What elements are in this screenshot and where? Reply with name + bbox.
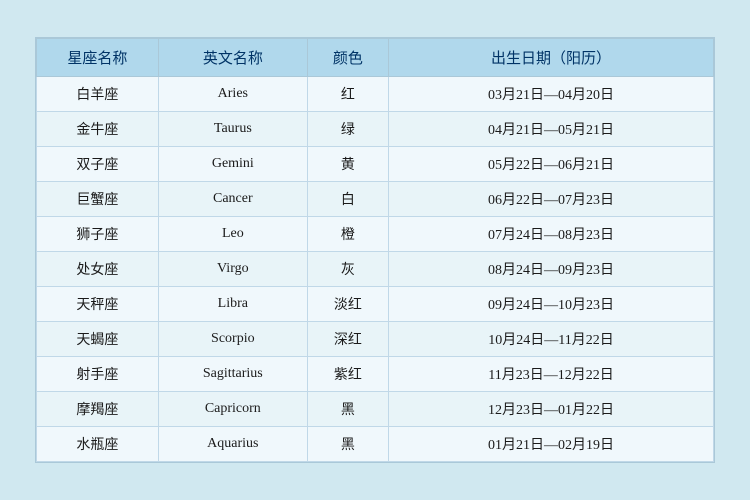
cell-chinese: 天蝎座	[37, 322, 159, 357]
cell-english: Gemini	[158, 147, 307, 182]
cell-chinese: 射手座	[37, 357, 159, 392]
cell-color: 深红	[307, 322, 388, 357]
table-row: 天蝎座Scorpio深红10月24日—11月22日	[37, 322, 714, 357]
cell-color: 黄	[307, 147, 388, 182]
cell-chinese: 双子座	[37, 147, 159, 182]
cell-color: 红	[307, 77, 388, 112]
cell-date: 10月24日—11月22日	[389, 322, 714, 357]
cell-date: 05月22日—06月21日	[389, 147, 714, 182]
cell-color: 黑	[307, 427, 388, 462]
cell-date: 08月24日—09月23日	[389, 252, 714, 287]
zodiac-table: 星座名称 英文名称 颜色 出生日期（阳历） 白羊座Aries红03月21日—04…	[36, 38, 714, 462]
table-row: 水瓶座Aquarius黑01月21日—02月19日	[37, 427, 714, 462]
cell-english: Sagittarius	[158, 357, 307, 392]
cell-chinese: 摩羯座	[37, 392, 159, 427]
cell-date: 07月24日—08月23日	[389, 217, 714, 252]
cell-date: 12月23日—01月22日	[389, 392, 714, 427]
cell-color: 橙	[307, 217, 388, 252]
table-row: 双子座Gemini黄05月22日—06月21日	[37, 147, 714, 182]
cell-color: 白	[307, 182, 388, 217]
cell-english: Taurus	[158, 112, 307, 147]
cell-english: Capricorn	[158, 392, 307, 427]
cell-english: Aquarius	[158, 427, 307, 462]
table-row: 狮子座Leo橙07月24日—08月23日	[37, 217, 714, 252]
cell-color: 淡红	[307, 287, 388, 322]
cell-date: 03月21日—04月20日	[389, 77, 714, 112]
cell-english: Virgo	[158, 252, 307, 287]
cell-color: 绿	[307, 112, 388, 147]
header-chinese: 星座名称	[37, 39, 159, 77]
cell-chinese: 天秤座	[37, 287, 159, 322]
header-english: 英文名称	[158, 39, 307, 77]
table-row: 巨蟹座Cancer白06月22日—07月23日	[37, 182, 714, 217]
table-body: 白羊座Aries红03月21日—04月20日金牛座Taurus绿04月21日—0…	[37, 77, 714, 462]
table-row: 摩羯座Capricorn黑12月23日—01月22日	[37, 392, 714, 427]
cell-english: Cancer	[158, 182, 307, 217]
cell-english: Libra	[158, 287, 307, 322]
cell-date: 06月22日—07月23日	[389, 182, 714, 217]
cell-date: 09月24日—10月23日	[389, 287, 714, 322]
cell-color: 紫红	[307, 357, 388, 392]
cell-chinese: 金牛座	[37, 112, 159, 147]
cell-chinese: 水瓶座	[37, 427, 159, 462]
table-row: 射手座Sagittarius紫红11月23日—12月22日	[37, 357, 714, 392]
cell-color: 黑	[307, 392, 388, 427]
cell-english: Leo	[158, 217, 307, 252]
header-date: 出生日期（阳历）	[389, 39, 714, 77]
cell-chinese: 狮子座	[37, 217, 159, 252]
zodiac-table-container: 星座名称 英文名称 颜色 出生日期（阳历） 白羊座Aries红03月21日—04…	[35, 37, 715, 463]
table-row: 金牛座Taurus绿04月21日—05月21日	[37, 112, 714, 147]
cell-english: Aries	[158, 77, 307, 112]
table-row: 天秤座Libra淡红09月24日—10月23日	[37, 287, 714, 322]
cell-date: 01月21日—02月19日	[389, 427, 714, 462]
cell-chinese: 处女座	[37, 252, 159, 287]
header-color: 颜色	[307, 39, 388, 77]
cell-chinese: 巨蟹座	[37, 182, 159, 217]
cell-color: 灰	[307, 252, 388, 287]
table-header-row: 星座名称 英文名称 颜色 出生日期（阳历）	[37, 39, 714, 77]
cell-chinese: 白羊座	[37, 77, 159, 112]
cell-date: 04月21日—05月21日	[389, 112, 714, 147]
cell-date: 11月23日—12月22日	[389, 357, 714, 392]
cell-english: Scorpio	[158, 322, 307, 357]
table-row: 白羊座Aries红03月21日—04月20日	[37, 77, 714, 112]
table-row: 处女座Virgo灰08月24日—09月23日	[37, 252, 714, 287]
